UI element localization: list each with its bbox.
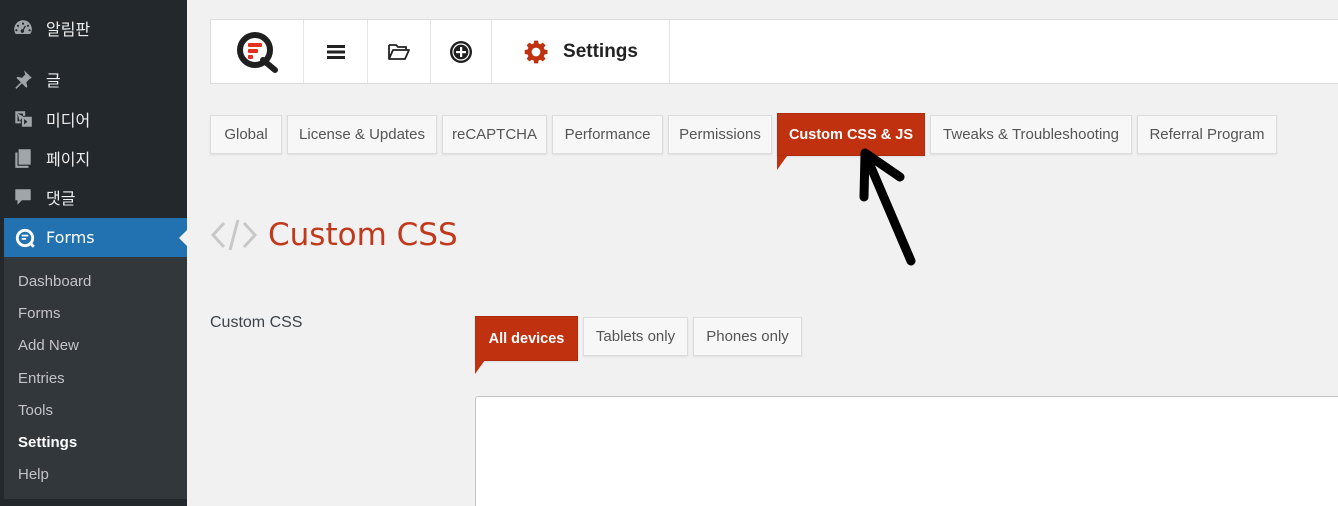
menu-label: Forms xyxy=(46,228,95,247)
menu-item-forms[interactable]: Forms xyxy=(4,218,187,257)
page-title: Settings xyxy=(563,40,638,62)
menu-label: 알림판 xyxy=(46,20,91,39)
custom-css-label: Custom CSS xyxy=(210,314,303,331)
quform-logo-icon xyxy=(237,31,278,73)
tab-license-updates[interactable]: License & Updates xyxy=(287,115,437,154)
admin-sidebar: 알림판 글 미디어 페이지 댓글 Forms Dashboard Forms A… xyxy=(0,0,187,506)
device-tab-all-devices[interactable]: All devices xyxy=(475,316,578,361)
add-circle-icon xyxy=(450,40,472,63)
media-icon xyxy=(0,108,46,130)
forms-submenu: Dashboard Forms Add New Entries Tools Se… xyxy=(4,257,187,499)
gear-icon xyxy=(524,40,548,63)
dashboard-icon xyxy=(0,17,46,39)
pages-icon xyxy=(0,147,46,169)
section-heading: Custom CSS xyxy=(210,210,458,260)
menu-item-dashboard[interactable]: 알림판 xyxy=(0,8,187,48)
quform-logo[interactable] xyxy=(211,20,304,83)
quform-logo-icon xyxy=(4,227,46,249)
submenu-item-tools[interactable]: Tools xyxy=(18,402,53,419)
menu-label: 페이지 xyxy=(46,150,91,169)
section-title: Custom CSS xyxy=(268,217,458,253)
annotation-arrow xyxy=(859,148,916,266)
settings-page-title: Settings xyxy=(492,20,670,83)
tab-performance[interactable]: Performance xyxy=(552,115,663,154)
menu-label: 댓글 xyxy=(46,189,76,208)
device-tab-tablets-only[interactable]: Tablets only xyxy=(583,317,688,356)
menu-label: 글 xyxy=(46,71,61,90)
custom-css-editor[interactable] xyxy=(475,396,1338,506)
forms-list-button[interactable] xyxy=(368,20,431,83)
menu-item-comments[interactable]: 댓글 xyxy=(0,177,187,217)
tab-global[interactable]: Global xyxy=(210,115,282,154)
tab-tweaks-troubleshooting[interactable]: Tweaks & Troubleshooting xyxy=(930,115,1132,154)
comments-icon xyxy=(0,186,46,208)
menu-label: 미디어 xyxy=(46,111,91,130)
tab-permissions[interactable]: Permissions xyxy=(668,115,772,154)
pin-icon xyxy=(0,68,46,90)
menu-button[interactable] xyxy=(304,20,368,83)
tab-recaptcha[interactable]: reCAPTCHA xyxy=(442,115,547,154)
menu-item-posts[interactable]: 글 xyxy=(0,59,187,99)
menu-item-media[interactable]: 미디어 xyxy=(0,99,187,139)
menu-icon xyxy=(326,44,345,59)
submenu-item-entries[interactable]: Entries xyxy=(18,370,65,387)
submenu-item-help[interactable]: Help xyxy=(18,466,49,483)
quform-toolbar: Settings xyxy=(210,19,1338,84)
current-menu-arrow xyxy=(179,230,187,246)
add-form-button[interactable] xyxy=(431,20,492,83)
code-icon xyxy=(210,219,258,251)
folder-open-icon xyxy=(388,43,410,60)
tab-referral-program[interactable]: Referral Program xyxy=(1137,115,1277,154)
submenu-item-forms[interactable]: Forms xyxy=(18,305,61,322)
submenu-item-add-new[interactable]: Add New xyxy=(18,337,79,354)
submenu-item-settings[interactable]: Settings xyxy=(18,434,77,451)
submenu-item-dashboard[interactable]: Dashboard xyxy=(18,273,91,290)
active-device-tab-pointer xyxy=(475,360,485,374)
menu-item-pages[interactable]: 페이지 xyxy=(0,138,187,178)
device-tab-phones-only[interactable]: Phones only xyxy=(693,317,802,356)
active-tab-pointer xyxy=(777,156,787,170)
